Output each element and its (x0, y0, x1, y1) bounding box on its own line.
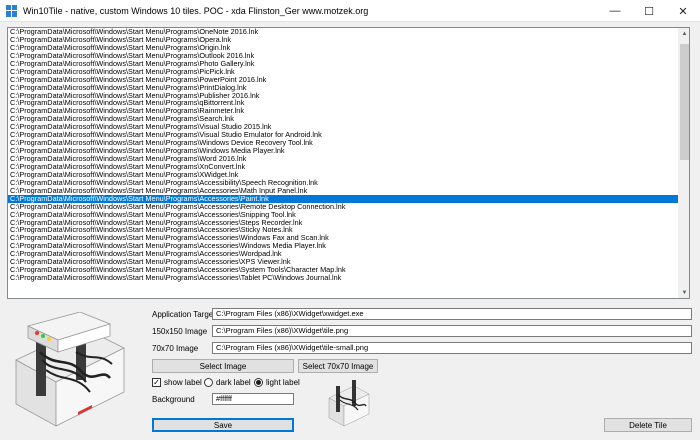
shortcut-list: C:\ProgramData\Microsoft\Windows\Start M… (8, 28, 678, 298)
radio-unselected-icon (204, 378, 213, 387)
close-button[interactable]: ✕ (666, 0, 700, 22)
save-button[interactable]: Save (152, 418, 294, 432)
image70-label: 70x70 Image (152, 344, 199, 353)
app-target-field[interactable]: C:\Program Files (x86)\XWidget\xwidget.e… (212, 308, 692, 320)
image150-label: 150x150 Image (152, 327, 208, 336)
scroll-thumb[interactable] (680, 44, 689, 160)
maximize-button[interactable]: ☐ (632, 0, 666, 22)
show-label-text: show label (164, 378, 202, 387)
app-target-label: Application Target (152, 310, 216, 319)
tile-preview-150 (15, 312, 125, 427)
background-label: Background (152, 395, 195, 404)
light-label-text: light label (266, 378, 300, 387)
list-scrollbar[interactable]: ▲ ▼ (678, 28, 689, 298)
app-tile-icon (6, 4, 18, 17)
show-label-checkbox[interactable]: ✓ show label (152, 378, 202, 387)
scroll-up-icon[interactable]: ▲ (679, 28, 689, 39)
background-color-field[interactable]: #ffffff (212, 393, 294, 405)
select-70x70-button[interactable]: Select 70x70 Image (298, 359, 378, 373)
checkbox-checked-icon: ✓ (152, 377, 161, 387)
window-controls: — ☐ ✕ (598, 0, 700, 22)
image70-field[interactable]: C:\Program Files (x86)\XWidget\tile-smal… (212, 342, 692, 354)
image150-field[interactable]: C:\Program Files (x86)\XWidget\tile.png (212, 325, 692, 337)
tile-preview-70 (328, 380, 370, 427)
dark-label-text: dark label (216, 378, 251, 387)
select-image-button[interactable]: Select Image (152, 359, 294, 373)
dark-label-radio[interactable]: dark label (204, 378, 251, 387)
window-title: Win10Tile - native, custom Windows 10 ti… (23, 5, 369, 16)
shortcut-listbox[interactable]: C:\ProgramData\Microsoft\Windows\Start M… (7, 27, 690, 299)
list-item[interactable]: C:\ProgramData\Microsoft\Windows\Start M… (8, 274, 678, 282)
minimize-button[interactable]: — (598, 0, 632, 22)
delete-tile-button[interactable]: Delete Tile (604, 418, 692, 432)
title-bar: Win10Tile - native, custom Windows 10 ti… (0, 0, 700, 22)
scroll-down-icon[interactable]: ▼ (679, 287, 689, 298)
light-label-radio[interactable]: light label (254, 378, 300, 387)
radio-selected-icon (254, 378, 263, 387)
